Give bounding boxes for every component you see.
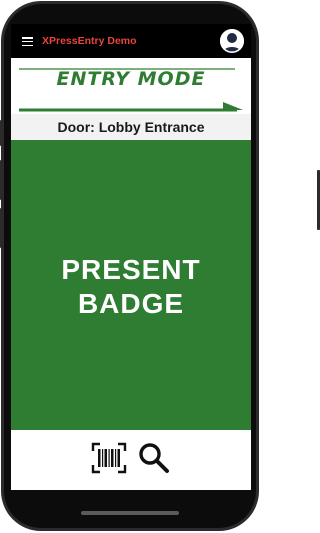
side-button	[0, 208, 3, 248]
side-button	[0, 160, 3, 200]
present-badge-prompt: PRESENT BADGE	[11, 253, 251, 321]
side-button	[0, 120, 3, 146]
door-label: Door: Lobby Entrance	[57, 119, 205, 135]
app-bar: XPressEntry Demo	[11, 24, 251, 58]
home-indicator[interactable]	[81, 511, 179, 515]
user-avatar-icon[interactable]	[220, 29, 244, 53]
action-bar	[11, 430, 251, 490]
mode-label: ENTRY MODE	[56, 68, 206, 90]
search-icon[interactable]	[137, 441, 171, 475]
app-title: XPressEntry Demo	[42, 35, 137, 47]
present-badge-area: PRESENT BADGE	[11, 140, 251, 430]
door-bar: Door: Lobby Entrance	[11, 114, 251, 140]
prompt-line-2: BADGE	[77, 288, 185, 319]
hamburger-menu-icon[interactable]	[22, 37, 33, 47]
mode-banner: ENTRY MODE	[11, 58, 251, 114]
barcode-scan-icon[interactable]	[91, 442, 127, 474]
app-screen: XPressEntry Demo ENTRY MODE Door: Lobby …	[11, 24, 251, 490]
prompt-line-1: PRESENT	[61, 254, 201, 285]
